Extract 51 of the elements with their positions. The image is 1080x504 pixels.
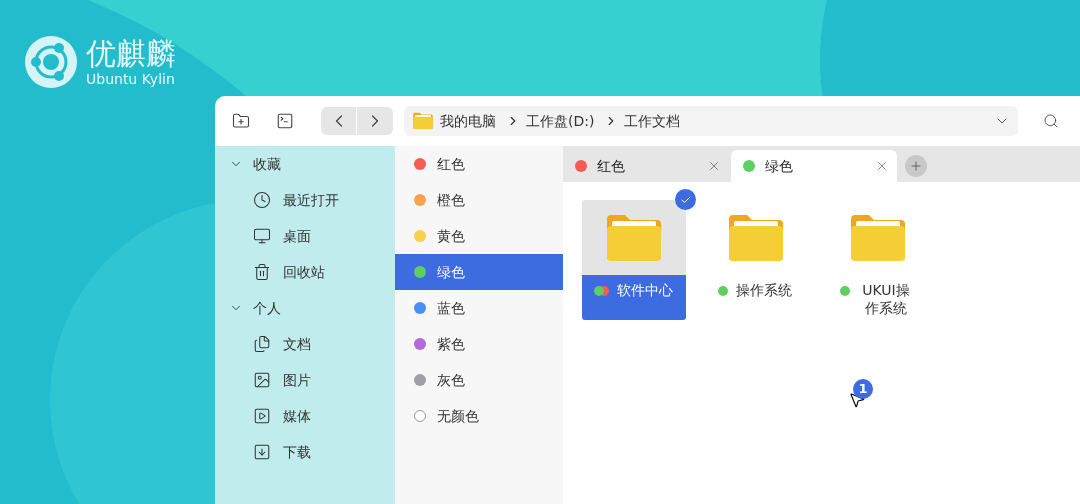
drag-count-badge: 1 xyxy=(853,379,873,399)
path-segment[interactable]: 工作盘(D:) xyxy=(526,110,595,132)
sidebar-item[interactable]: 回收站 xyxy=(215,254,395,290)
image-icon xyxy=(253,371,271,389)
folder-name: 软件中心 xyxy=(615,281,674,299)
color-label-item[interactable]: 黄色 xyxy=(395,218,563,254)
folder-name: UKUI操作系统 xyxy=(861,281,911,317)
tab[interactable]: 绿色 xyxy=(731,150,897,182)
color-label-item[interactable]: 蓝色 xyxy=(395,290,563,326)
sidebar-group[interactable]: 个人 xyxy=(253,297,281,319)
play-icon xyxy=(253,407,271,425)
new-folder-icon xyxy=(232,112,250,130)
sidebar-item[interactable]: 图片 xyxy=(215,362,395,398)
brand-name: 优麒麟 xyxy=(86,36,176,71)
folder-icon xyxy=(412,112,434,130)
logo-icon xyxy=(24,34,78,89)
monitor-icon xyxy=(253,227,271,245)
add-tab-button[interactable] xyxy=(905,155,927,177)
color-label-item[interactable]: 绿色 xyxy=(395,254,563,290)
sidebar-item[interactable]: 媒体 xyxy=(215,398,395,434)
trash-icon xyxy=(253,263,271,281)
document-icon xyxy=(253,335,271,353)
folder-name: 操作系统 xyxy=(735,281,793,299)
brand-subtitle: Ubuntu Kylin xyxy=(86,70,176,87)
folder-icon xyxy=(605,212,663,263)
sidebar-item[interactable]: 桌面 xyxy=(215,218,395,254)
download-icon xyxy=(253,443,271,461)
path-segment[interactable]: 工作文档 xyxy=(624,110,681,132)
color-label-item[interactable]: 橙色 xyxy=(395,182,563,218)
color-label-item[interactable]: 红色 xyxy=(395,146,563,182)
sidebar-item[interactable]: 文档 xyxy=(215,326,395,362)
check-icon xyxy=(675,189,696,210)
close-icon[interactable] xyxy=(875,159,889,173)
search-icon xyxy=(1043,113,1059,129)
path-bar[interactable]: 我的电脑 工作盘(D:) 工作文档 xyxy=(404,106,1018,136)
folder-item[interactable]: 软件中心 xyxy=(582,200,686,320)
folder-icon xyxy=(727,212,785,263)
folder-item[interactable]: UKUI操作系统 xyxy=(826,200,930,320)
path-segment[interactable]: 我的电脑 xyxy=(440,110,496,132)
plus-icon xyxy=(909,159,923,173)
color-label-item[interactable]: 灰色 xyxy=(395,362,563,398)
close-icon[interactable] xyxy=(707,159,721,173)
clock-icon xyxy=(253,191,271,209)
sidebar-item[interactable]: 下载 xyxy=(215,434,395,470)
terminal-icon xyxy=(276,112,294,130)
color-label-item[interactable]: 无颜色 xyxy=(395,398,563,434)
folder-item[interactable]: 操作系统 xyxy=(704,200,808,320)
sidebar-item[interactable]: 最近打开 xyxy=(215,182,395,218)
folder-icon xyxy=(849,212,907,263)
color-label-item[interactable]: 紫色 xyxy=(395,326,563,362)
sidebar-group[interactable]: 收藏 xyxy=(253,153,281,175)
